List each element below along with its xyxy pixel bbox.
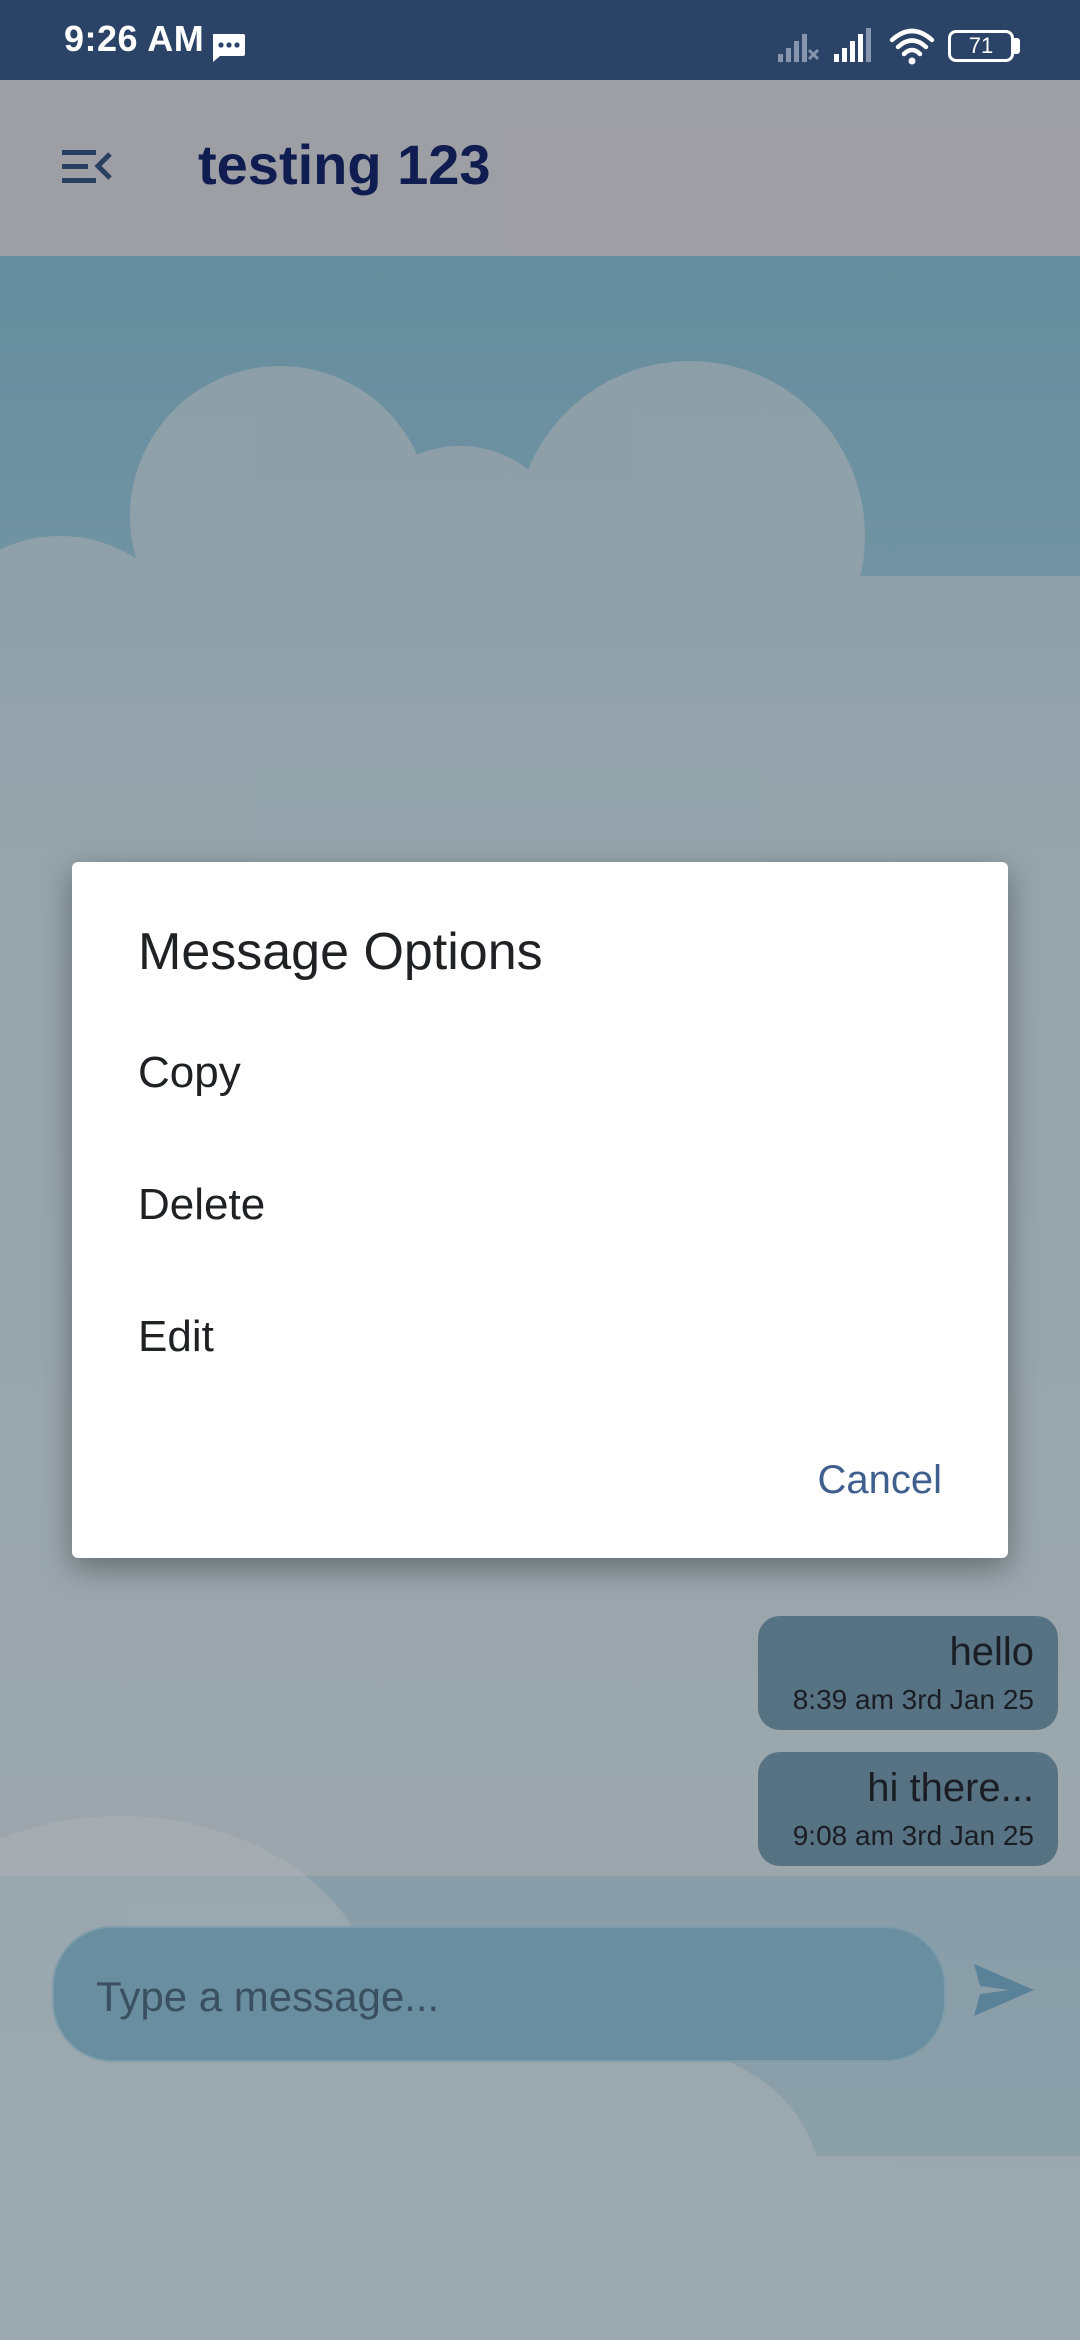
edit-option[interactable]: Edit [138, 1312, 214, 1362]
delete-option[interactable]: Delete [138, 1180, 265, 1230]
wifi-icon [889, 28, 935, 65]
status-time: 9:26 AM [64, 18, 205, 59]
battery-nub [1014, 38, 1020, 54]
cancel-button[interactable]: Cancel [817, 1458, 942, 1503]
dialog-title: Message Options [138, 923, 543, 981]
signal-icon [834, 28, 871, 62]
copy-option[interactable]: Copy [138, 1048, 241, 1098]
message-options-dialog: Message Options Copy Delete Edit Cancel [72, 862, 1008, 1558]
battery-icon: 71 [948, 30, 1014, 62]
battery-level: 71 [968, 33, 994, 58]
status-bar: 9:26 AM 71 [0, 0, 1080, 80]
signal-off-icon [778, 34, 820, 62]
message-notification-icon [213, 34, 245, 62]
